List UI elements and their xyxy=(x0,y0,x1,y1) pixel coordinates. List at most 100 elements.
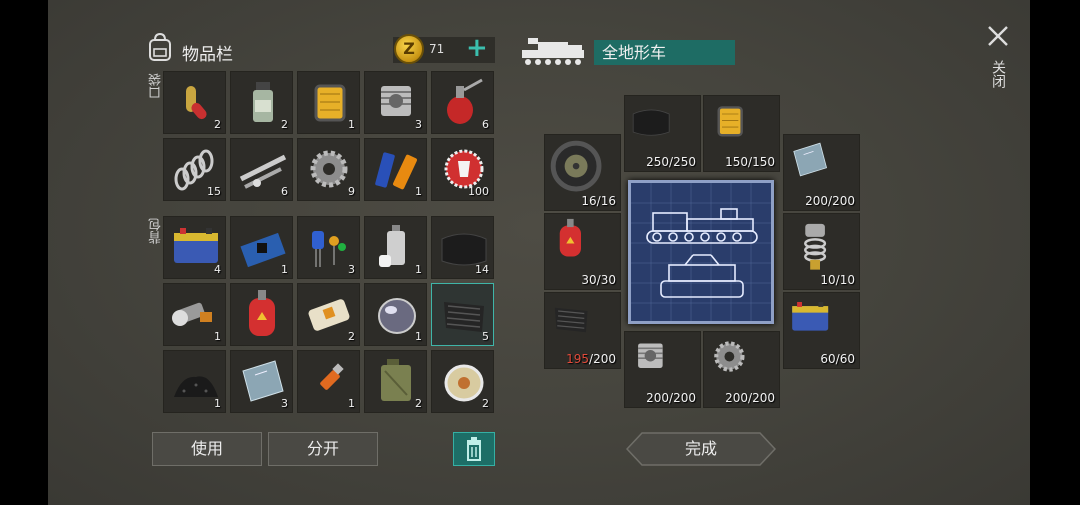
wheel-icon xyxy=(550,140,602,192)
crafting-slot-tread-plate[interactable]: 195/200 xyxy=(544,292,621,369)
need-quantity: 150 xyxy=(752,155,775,169)
item-quantity: 6 xyxy=(482,118,489,131)
game-screen: 物品栏 Z 71 + 口袋 背包 2 2 1 3 6 15 6 9 1 100 4 1 3 1 14 1 2 1… xyxy=(48,0,1030,505)
inventory-slot-spray-can[interactable]: 1 xyxy=(364,216,427,279)
close-icon[interactable] xyxy=(986,24,1010,48)
shock-absorber-icon xyxy=(804,223,827,270)
crafting-slot-glass-panel[interactable]: 200/200 xyxy=(783,134,860,211)
inventory-slot-circuit-board[interactable]: 1 xyxy=(230,216,293,279)
item-quantity: 1 xyxy=(348,397,355,410)
split-button[interactable]: 分开 xyxy=(268,432,378,466)
inventory-slot-tread-plate[interactable]: 5 xyxy=(431,283,494,346)
inventory-slot-gear[interactable]: 9 xyxy=(297,138,360,201)
engine-cylinder-icon xyxy=(638,343,663,368)
item-quantity: 3 xyxy=(281,397,288,410)
glass-panel-icon xyxy=(793,142,828,177)
inventory-slot-pills-capsule[interactable]: 2 xyxy=(163,71,226,134)
item-quantity: 9 xyxy=(348,185,355,198)
item-quantity: 5 xyxy=(482,330,489,343)
item-quantity: 2 xyxy=(348,330,355,343)
have-quantity: 200 xyxy=(805,194,829,208)
item-quantity: 2 xyxy=(214,118,221,131)
inventory-slot-rubber-sheet[interactable]: 14 xyxy=(431,216,494,279)
inventory-slot-metal-rods[interactable]: 6 xyxy=(230,138,293,201)
inventory-slot-bottle-cap[interactable]: 100 xyxy=(431,138,494,201)
inventory-slot-oil-can[interactable]: 6 xyxy=(431,71,494,134)
have-quantity: 200 xyxy=(646,391,670,405)
inventory-slot-glass-panel[interactable]: 3 xyxy=(230,350,293,413)
need-quantity: 16 xyxy=(600,194,616,208)
coin-count: 71 xyxy=(429,42,445,56)
need-quantity: 200 xyxy=(752,391,775,405)
trash-button[interactable] xyxy=(453,432,495,466)
required-quantity: 10/10 xyxy=(820,273,855,287)
crafting-slot-gear[interactable]: 200/200 xyxy=(703,331,780,408)
tank-icon xyxy=(522,38,584,65)
item-quantity: 2 xyxy=(415,397,422,410)
inventory-slot-spring[interactable]: 15 xyxy=(163,138,226,201)
add-coins-button[interactable]: + xyxy=(466,34,488,62)
trash-icon xyxy=(467,437,481,461)
item-quantity: 1 xyxy=(214,397,221,410)
have-quantity: 195 xyxy=(566,352,590,366)
vehicle-blueprint xyxy=(628,180,774,324)
inventory-slot-oil-filter[interactable]: 1 xyxy=(297,71,360,134)
required-quantity: 200/200 xyxy=(646,391,696,405)
required-quantity: 16/16 xyxy=(581,194,616,208)
item-quantity: 2 xyxy=(281,118,288,131)
crafting-slot-wheel[interactable]: 16/16 xyxy=(544,134,621,211)
inventory-slot-usb-stick[interactable]: 1 xyxy=(297,350,360,413)
inventory-slot-jerry-can[interactable]: 2 xyxy=(364,350,427,413)
need-quantity: 10 xyxy=(839,273,855,287)
have-quantity: 10 xyxy=(820,273,836,287)
item-quantity: 1 xyxy=(415,185,422,198)
done-button[interactable]: 完成 xyxy=(626,432,776,466)
backpack-icon xyxy=(149,32,171,61)
need-quantity: 200 xyxy=(593,352,616,366)
item-quantity: 100 xyxy=(468,185,489,198)
need-quantity: 250 xyxy=(673,155,696,169)
crafting-slot-gas-cylinder[interactable]: 30/30 xyxy=(544,213,621,290)
use-button[interactable]: 使用 xyxy=(152,432,262,466)
crafting-slot-car-battery[interactable]: 60/60 xyxy=(783,292,860,369)
have-quantity: 30 xyxy=(581,273,597,287)
item-quantity: 15 xyxy=(207,185,221,198)
inventory-slot-coal-pile[interactable]: 1 xyxy=(163,350,226,413)
item-quantity: 1 xyxy=(415,330,422,343)
tread-plate-icon xyxy=(554,307,588,333)
required-quantity: 30/30 xyxy=(581,273,616,287)
have-quantity: 60 xyxy=(820,352,836,366)
crafting-slot-oil-filter[interactable]: 150/150 xyxy=(703,95,780,172)
item-quantity: 2 xyxy=(482,397,489,410)
required-quantity: 250/250 xyxy=(646,155,696,169)
need-quantity: 200 xyxy=(673,391,696,405)
oil-filter-icon xyxy=(717,106,743,137)
crafting-slot-shock-absorber[interactable]: 10/10 xyxy=(783,213,860,290)
have-quantity: 150 xyxy=(725,155,749,169)
inventory-slot-gas-cylinder[interactable] xyxy=(230,283,293,346)
inventory-slot-electronic-components[interactable]: 3 xyxy=(297,216,360,279)
required-quantity: 200/200 xyxy=(725,391,775,405)
required-quantity: 60/60 xyxy=(820,352,855,366)
required-quantity: 195/200 xyxy=(566,352,616,366)
crafting-slot-engine-cylinder[interactable]: 200/200 xyxy=(624,331,701,408)
inventory-slot-medicine-bottle[interactable]: 2 xyxy=(230,71,293,134)
have-quantity: 16 xyxy=(581,194,597,208)
gear-icon xyxy=(714,341,745,372)
have-quantity: 250 xyxy=(646,155,670,169)
inventory-slot-batteries[interactable]: 1 xyxy=(364,138,427,201)
gas-cylinder-icon xyxy=(249,290,275,336)
done-label: 完成 xyxy=(684,439,717,458)
coin-icon: Z xyxy=(394,34,424,64)
inventory-slot-engine-cylinder[interactable]: 3 xyxy=(364,71,427,134)
inventory-slot-wire-spool[interactable]: 2 xyxy=(431,350,494,413)
item-quantity: 1 xyxy=(214,330,221,343)
item-quantity: 1 xyxy=(348,118,355,131)
inventory-slot-flashlight[interactable]: 1 xyxy=(163,283,226,346)
close-label[interactable]: 关闭 xyxy=(988,60,1008,88)
crafting-slot-rubber-sheet[interactable]: 250/250 xyxy=(624,95,701,172)
item-quantity: 3 xyxy=(415,118,422,131)
inventory-slot-glass-lens[interactable]: 1 xyxy=(364,283,427,346)
inventory-slot-car-battery[interactable]: 4 xyxy=(163,216,226,279)
inventory-slot-eraser[interactable]: 2 xyxy=(297,283,360,346)
